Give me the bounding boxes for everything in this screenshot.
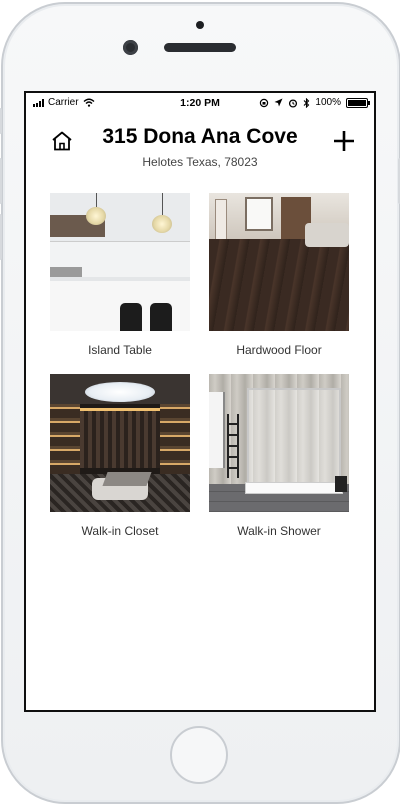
room-label: Walk-in Closet — [81, 524, 159, 538]
room-card-walk-in-closet[interactable]: Walk-in Closet — [50, 374, 190, 538]
status-right: 100% — [259, 97, 370, 108]
room-card-island-table[interactable]: Island Table — [50, 193, 190, 357]
room-image-walk-in-shower — [209, 374, 349, 512]
side-button-mute — [0, 108, 2, 134]
orientation-lock-icon — [260, 98, 269, 107]
front-camera — [123, 40, 138, 55]
proximity-sensor — [196, 21, 204, 29]
location-icon — [274, 98, 283, 107]
phone-frame: Carrier 1:20 PM 100% 315 Dona Ana Cove H… — [0, 0, 400, 804]
room-label: Hardwood Floor — [236, 343, 322, 357]
room-label: Island Table — [88, 343, 152, 357]
page-subtitle: Helotes Texas, 78023 — [142, 155, 258, 169]
alarm-icon — [289, 98, 298, 108]
status-bar: Carrier 1:20 PM 100% — [26, 93, 374, 113]
header: 315 Dona Ana Cove Helotes Texas, 78023 — [26, 117, 374, 177]
plus-icon[interactable] — [332, 129, 356, 153]
app-screen: Carrier 1:20 PM 100% 315 Dona Ana Cove H… — [24, 91, 376, 712]
battery-percent: 100% — [315, 97, 341, 108]
bluetooth-icon — [304, 97, 310, 108]
earpiece-speaker — [164, 43, 236, 52]
room-card-hardwood-floor[interactable]: Hardwood Floor — [209, 193, 349, 357]
room-card-walk-in-shower[interactable]: Walk-in Shower — [209, 374, 349, 538]
hardware-home-button[interactable] — [170, 726, 228, 784]
side-button-volume-down — [0, 214, 2, 260]
room-label: Walk-in Shower — [237, 524, 321, 538]
room-image-island-table — [50, 193, 190, 331]
battery-icon — [346, 97, 370, 108]
room-image-hardwood-floor — [209, 193, 349, 331]
page-title: 315 Dona Ana Cove — [102, 125, 298, 148]
room-image-walk-in-closet — [50, 374, 190, 512]
side-button-volume-up — [0, 158, 2, 204]
